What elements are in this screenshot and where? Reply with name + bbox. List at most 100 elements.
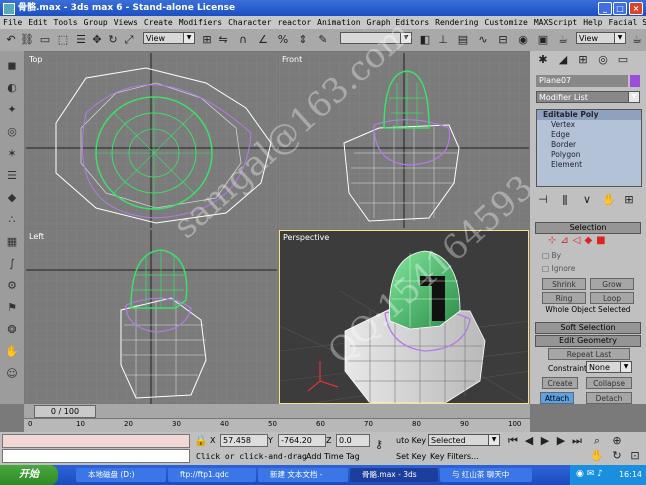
maxscript-listener-output[interactable] — [2, 449, 190, 463]
show-end-result-icon[interactable]: ǁ — [558, 193, 572, 207]
pin-stack-icon[interactable]: ⊣ — [536, 193, 550, 207]
menu-edit[interactable]: Edit — [25, 16, 50, 29]
material-editor-icon[interactable]: ◉ — [516, 33, 530, 47]
character-icon[interactable]: ☺ — [4, 367, 20, 381]
rotate-icon[interactable]: ↻ — [106, 33, 120, 47]
modifiers-icon[interactable]: ⚑ — [4, 301, 20, 315]
viewport-perspective[interactable]: Perspective — [279, 230, 529, 404]
time-slider-thumb[interactable]: 0 / 100 — [34, 405, 96, 418]
move-icon[interactable]: ✥ — [90, 33, 104, 47]
menu-group[interactable]: Group — [81, 16, 111, 29]
y-coordinate-field[interactable]: -764.20 — [278, 434, 326, 447]
menu-views[interactable]: Views — [111, 16, 141, 29]
menu-maxscript[interactable]: MAXScript — [531, 16, 580, 29]
create-tab-icon[interactable]: ✱ — [536, 53, 550, 67]
ignore-backfacing-checkbox[interactable]: □ Ignore — [542, 264, 575, 273]
attach-button[interactable]: Attach — [540, 392, 574, 404]
configure-sets-icon[interactable]: ⊞ — [622, 193, 636, 207]
compounds-icon[interactable]: ◆ — [4, 191, 20, 205]
go-to-start-icon[interactable]: ⏮ — [506, 434, 520, 448]
menu-modifiers[interactable]: Modifiers — [176, 16, 225, 29]
play-icon[interactable]: ▶ — [538, 434, 552, 448]
auto-key-button[interactable]: uto Key — [396, 436, 426, 445]
edit-geometry-rollout[interactable]: Edit Geometry — [535, 335, 641, 347]
select-link-icon[interactable]: ⛓ — [20, 33, 34, 47]
pivot-icon[interactable]: ⊞ — [200, 33, 214, 47]
previous-frame-icon[interactable]: ◀ — [522, 434, 536, 448]
patch-grids-icon[interactable]: ▦ — [4, 235, 20, 249]
mirror-icon[interactable]: ⇋ — [216, 33, 230, 47]
tray-icons[interactable]: ◉ ✉ ♪ — [576, 469, 603, 479]
menu-file[interactable]: File — [0, 16, 25, 29]
task-ftp[interactable]: ftp://ftp1.qdc — [168, 468, 256, 482]
key-mode-dropdown[interactable]: Selected ▼ — [428, 434, 500, 446]
reactor-icon[interactable]: ❂ — [4, 323, 20, 337]
create-button[interactable]: Create — [542, 377, 578, 389]
make-unique-icon[interactable]: ∨ — [580, 193, 594, 207]
mirror-tool-icon[interactable]: ◧ — [418, 33, 432, 47]
repeat-last-button[interactable]: Repeat Last — [548, 348, 630, 360]
stack-item-edge[interactable]: Edge — [537, 130, 641, 140]
percent-snap-icon[interactable]: % — [276, 33, 290, 47]
display-tab-icon[interactable]: ▭ — [616, 53, 630, 67]
shapes-icon[interactable]: ◐ — [4, 81, 20, 95]
detach-button[interactable]: Detach — [586, 392, 632, 404]
menu-create[interactable]: Create — [141, 16, 176, 29]
task-chat[interactable]: 与 红山茶 聊天中 — [440, 468, 532, 482]
soft-selection-rollout[interactable]: Soft Selection — [535, 322, 641, 334]
objects-icon[interactable]: ◼ — [4, 59, 20, 73]
viewport-label-left[interactable]: Left — [29, 232, 44, 241]
render-type-dropdown[interactable]: View ▼ — [576, 32, 626, 44]
menu-rendering[interactable]: Rendering — [432, 16, 481, 29]
viewport-label-front[interactable]: Front — [282, 55, 302, 64]
lock-icon[interactable]: 🔒 — [194, 434, 208, 448]
track-bar[interactable]: 0 10 20 30 40 50 60 70 80 90 100 — [24, 418, 530, 433]
helpers-icon[interactable]: ✶ — [4, 147, 20, 161]
zoom-icon[interactable]: ⌕ — [590, 434, 604, 448]
task-local-disk[interactable]: 本地磁盘 (D:) — [76, 468, 166, 482]
add-time-tag[interactable]: Add Time Tag — [306, 452, 360, 461]
lights-icon[interactable]: ✦ — [4, 103, 20, 117]
object-name-field[interactable]: Plane07 — [536, 75, 628, 87]
reference-coordinate-dropdown[interactable]: View ▼ — [143, 32, 195, 44]
time-slider[interactable]: 0 / 100 — [24, 404, 530, 418]
object-color-swatch[interactable] — [630, 75, 640, 87]
menu-customize[interactable]: Customize — [482, 16, 531, 29]
quick-render-icon[interactable]: ☕ — [556, 33, 570, 47]
modifier-list-dropdown[interactable]: Modifier List ▼ — [536, 91, 640, 103]
modify-tab-icon[interactable]: ◢ — [556, 53, 570, 67]
named-selection-sets-dropdown[interactable]: ▼ — [340, 32, 412, 44]
selection-rollout[interactable]: Selection — [535, 222, 641, 234]
viewport-left[interactable]: Left — [26, 230, 277, 404]
viewport-label-perspective[interactable]: Perspective — [283, 233, 329, 242]
stack-item-editable-poly[interactable]: Editable Poly — [537, 110, 641, 120]
task-text-document[interactable]: 新建 文本文档 - — [258, 468, 348, 482]
start-button[interactable]: 开始 — [0, 465, 58, 485]
cameras-icon[interactable]: ◎ — [4, 125, 20, 139]
align-icon[interactable]: ⊥ — [436, 33, 450, 47]
shrink-button[interactable]: Shrink — [542, 278, 586, 290]
key-filters-button[interactable]: Key Filters... — [430, 452, 479, 461]
menu-reactor[interactable]: reactor — [274, 16, 314, 29]
scale-icon[interactable]: ⤢ — [122, 33, 136, 47]
viewport-label-top[interactable]: Top — [29, 55, 43, 64]
angle-snap-icon[interactable]: ∠ — [256, 33, 270, 47]
menu-tools[interactable]: Tools — [51, 16, 81, 29]
select-by-name-icon[interactable]: ☰ — [74, 33, 88, 47]
set-key-button[interactable]: Set Key — [396, 452, 426, 461]
zoom-all-icon[interactable]: ⊕ — [610, 434, 624, 448]
schematic-view-icon[interactable]: ⊟ — [496, 33, 510, 47]
key-icon[interactable]: ⚷ — [372, 438, 386, 452]
next-frame-icon[interactable]: ▶ — [554, 434, 568, 448]
curve-editor-icon[interactable]: ∿ — [476, 33, 490, 47]
remove-modifier-icon[interactable]: ✋ — [602, 193, 616, 207]
snap-icon[interactable]: ∩ — [236, 33, 250, 47]
collapse-button[interactable]: Collapse — [586, 377, 632, 389]
stack-item-border[interactable]: Border — [537, 140, 641, 150]
subobject-level-icons[interactable]: ⊹⊿◁◆■ — [548, 235, 634, 247]
loop-button[interactable]: Loop — [590, 292, 634, 304]
by-vertex-checkbox[interactable]: □ By — [542, 251, 561, 260]
x-coordinate-field[interactable]: 57.458 — [220, 434, 268, 447]
ring-button[interactable]: Ring — [542, 292, 586, 304]
pan-icon[interactable]: ✋ — [590, 449, 604, 463]
